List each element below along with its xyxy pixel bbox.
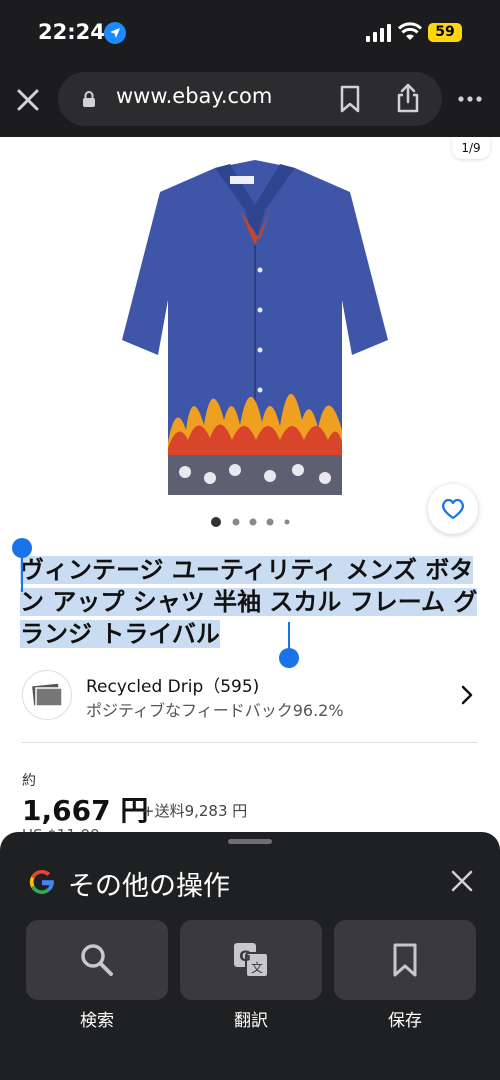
battery-indicator: 59 xyxy=(428,23,462,42)
listing-title-container: ヴィンテージ ユーティリティ メンズ ボタン アップ シャツ 半袖 スカル フレ… xyxy=(20,554,480,650)
url-text[interactable]: www.ebay.com xyxy=(116,84,272,108)
divider xyxy=(22,742,478,743)
bookmark-icon xyxy=(393,943,417,977)
selection-end-handle[interactable] xyxy=(279,648,299,668)
selected-title-text: ヴィンテージ ユーティリティ メンズ ボタン アップ シャツ 半袖 スカル フレ… xyxy=(20,556,478,648)
share-icon[interactable] xyxy=(394,82,422,114)
translate-action-button[interactable]: G 文 xyxy=(180,920,322,1000)
status-time: 22:24 xyxy=(38,20,105,44)
bookmark-icon[interactable] xyxy=(338,85,362,113)
search-icon xyxy=(81,944,113,976)
wifi-icon xyxy=(398,22,422,40)
seller-feedback: ポジティブなフィードバック96.2% xyxy=(86,701,344,720)
lock-icon xyxy=(83,91,95,107)
shipping-cost: +送料9,283 円 xyxy=(142,802,248,820)
translate-action-label: 翻訳 xyxy=(234,1011,268,1031)
sheet-grabber[interactable] xyxy=(228,839,272,844)
price: 1,667 円 xyxy=(22,794,149,827)
close-icon[interactable] xyxy=(14,86,42,114)
approx-label: 約 xyxy=(22,773,36,789)
signal-icon xyxy=(366,24,391,42)
heart-icon xyxy=(442,498,464,520)
product-image[interactable] xyxy=(120,150,390,495)
chevron-right-icon[interactable] xyxy=(460,684,474,706)
more-icon[interactable] xyxy=(458,96,482,102)
close-icon[interactable] xyxy=(450,869,474,893)
translate-icon: G 文 xyxy=(234,943,269,978)
selection-start-handle[interactable] xyxy=(12,538,32,558)
sheet-title: その他の操作 xyxy=(68,871,230,902)
listing-title[interactable]: ヴィンテージ ユーティリティ メンズ ボタン アップ シャツ 半袖 スカル フレ… xyxy=(20,554,480,650)
google-logo-icon xyxy=(29,869,54,894)
photo-icon xyxy=(32,683,63,707)
seller-name[interactable]: Recycled Drip（595) xyxy=(86,672,259,697)
save-action-button[interactable] xyxy=(334,920,476,1000)
search-action-label: 検索 xyxy=(80,1011,114,1031)
selection-start-bar xyxy=(21,556,23,592)
svg-text:文: 文 xyxy=(251,960,263,975)
image-counter: 1/9 xyxy=(452,137,490,159)
watchlist-button[interactable] xyxy=(428,484,478,534)
save-action-label: 保存 xyxy=(388,1011,422,1031)
seller-avatar[interactable] xyxy=(22,670,72,720)
location-arrow-icon xyxy=(104,22,126,44)
carousel-dots xyxy=(211,517,290,527)
search-action-button[interactable] xyxy=(26,920,168,1000)
svg-text:G: G xyxy=(239,949,251,965)
